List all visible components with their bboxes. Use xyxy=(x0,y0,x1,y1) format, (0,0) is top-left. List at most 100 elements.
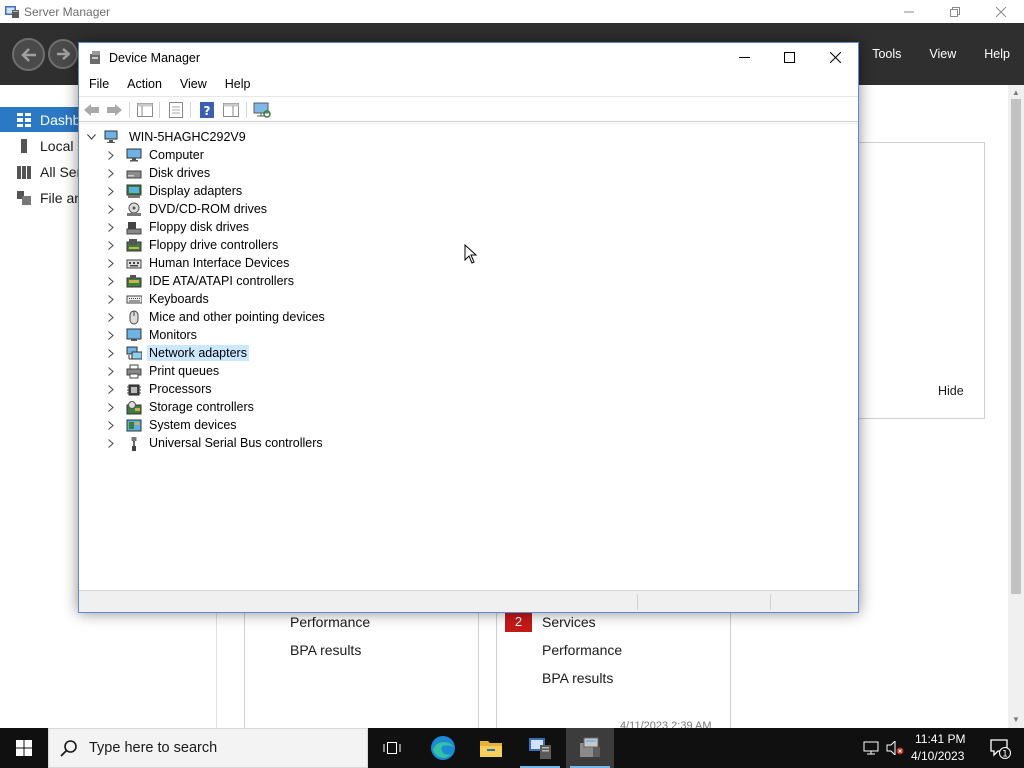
chevron-right-icon[interactable] xyxy=(105,275,117,287)
start-button[interactable] xyxy=(0,728,48,768)
forward-button[interactable] xyxy=(48,39,78,69)
toolbar-show-hide-tree-button[interactable] xyxy=(136,101,154,119)
tree-item-dvd-cd-rom-drives[interactable]: DVD/CD-ROM drives xyxy=(105,200,269,218)
chevron-right-icon[interactable] xyxy=(105,419,117,431)
device-manager-titlebar: Device Manager xyxy=(79,43,858,72)
chevron-down-icon[interactable] xyxy=(85,131,97,143)
taskbar-search-box[interactable]: Type here to search xyxy=(48,728,368,768)
computer-root-icon xyxy=(103,129,123,145)
close-icon xyxy=(829,52,841,63)
chevron-right-icon[interactable] xyxy=(105,401,117,413)
tree-item-label: Floppy disk drives xyxy=(149,220,250,234)
clock-time[interactable]: 11:41 PM xyxy=(915,732,965,746)
network-adapter-icon xyxy=(125,345,143,361)
device-tree[interactable]: WIN-5HAGHC292V9 Computer Disk drives Displ… xyxy=(79,123,858,589)
processor-icon xyxy=(125,381,143,397)
chevron-right-icon[interactable] xyxy=(105,347,117,359)
menu-view[interactable]: View xyxy=(915,47,970,61)
hide-link[interactable]: Hide xyxy=(938,384,964,398)
taskbar: Type here to search 11:41 PM 4/10/2023 1 xyxy=(0,728,1024,768)
tree-item-system-devices[interactable]: System devices xyxy=(105,416,239,434)
tree-item-floppy-drive-controllers[interactable]: Floppy drive controllers xyxy=(105,236,280,254)
action-pane-icon xyxy=(223,103,239,117)
tree-item-universal-serial-bus-controllers[interactable]: Universal Serial Bus controllers xyxy=(105,434,325,452)
tree-item-monitors[interactable]: Monitors xyxy=(105,326,199,344)
tile-right-performance[interactable]: Performance xyxy=(542,642,622,658)
menu-action[interactable]: Action xyxy=(117,77,170,91)
storage-controller-icon xyxy=(125,399,143,415)
menu-help[interactable]: Help xyxy=(970,47,1024,61)
dm-maximize-button[interactable] xyxy=(766,43,812,72)
tree-item-mice-and-other-pointing-devices[interactable]: Mice and other pointing devices xyxy=(105,308,327,326)
usb-icon xyxy=(125,435,143,451)
restore-button[interactable] xyxy=(932,0,978,23)
vertical-scrollbar[interactable]: ▲ ▼ xyxy=(1008,85,1024,728)
toolbar-show-hide-action-pane-button[interactable] xyxy=(222,101,240,119)
chevron-right-icon[interactable] xyxy=(105,383,117,395)
tree-item-computer[interactable]: Computer xyxy=(105,146,206,164)
chevron-right-icon[interactable] xyxy=(105,239,117,251)
network-tray-icon[interactable] xyxy=(860,728,882,768)
restore-icon xyxy=(950,6,960,17)
chevron-right-icon[interactable] xyxy=(105,203,117,215)
chevron-right-icon[interactable] xyxy=(105,437,117,449)
tree-root[interactable]: WIN-5HAGHC292V9 xyxy=(85,128,248,146)
tree-item-label: IDE ATA/ATAPI controllers xyxy=(149,274,294,288)
tree-item-floppy-disk-drives[interactable]: Floppy disk drives xyxy=(105,218,251,236)
chevron-right-icon[interactable] xyxy=(105,311,117,323)
server-manager-title: Server Manager xyxy=(24,4,111,19)
chevron-right-icon[interactable] xyxy=(105,365,117,377)
close-button[interactable] xyxy=(978,0,1024,23)
toolbar-scan-hardware-button[interactable] xyxy=(253,101,271,119)
back-button[interactable] xyxy=(12,38,45,71)
search-placeholder: Type here to search xyxy=(89,740,218,756)
chevron-right-icon[interactable] xyxy=(105,185,117,197)
status-badge: 2 xyxy=(505,610,532,632)
task-view-button[interactable] xyxy=(368,728,416,768)
menu-tools[interactable]: Tools xyxy=(858,47,915,61)
toolbar-help-button[interactable]: ? xyxy=(198,101,216,119)
dm-close-button[interactable] xyxy=(812,43,858,72)
tree-item-disk-drives[interactable]: Disk drives xyxy=(105,164,212,182)
monitor-icon xyxy=(125,327,143,343)
tree-item-processors[interactable]: Processors xyxy=(105,380,214,398)
chevron-right-icon[interactable] xyxy=(105,329,117,341)
tile-right-bpa-results[interactable]: BPA results xyxy=(542,670,613,686)
tree-item-keyboards[interactable]: Keyboards xyxy=(105,290,211,308)
chevron-right-icon[interactable] xyxy=(105,293,117,305)
clock-date[interactable]: 4/10/2023 xyxy=(911,749,964,763)
toolbar-back-button[interactable] xyxy=(83,101,101,119)
menu-file[interactable]: File xyxy=(79,77,117,91)
chevron-right-icon[interactable] xyxy=(105,221,117,233)
tile-left-bpa-results[interactable]: BPA results xyxy=(290,642,361,658)
toolbar-properties-button[interactable] xyxy=(167,101,185,119)
server-manager-titlebar: Server Manager xyxy=(0,0,1024,23)
scroll-down-icon[interactable]: ▼ xyxy=(1008,712,1024,726)
tree-item-print-queues[interactable]: Print queues xyxy=(105,362,221,380)
mouse-cursor-icon xyxy=(464,243,478,268)
chevron-right-icon[interactable] xyxy=(105,167,117,179)
menu-view[interactable]: View xyxy=(170,77,215,91)
taskbar-device-manager-button[interactable] xyxy=(566,728,614,768)
taskbar-edge-button[interactable] xyxy=(419,728,467,768)
chevron-right-icon[interactable] xyxy=(105,149,117,161)
taskbar-server-manager-button[interactable] xyxy=(516,728,564,768)
taskbar-file-explorer-button[interactable] xyxy=(467,728,515,768)
tile-right-services[interactable]: Services xyxy=(542,614,596,630)
tree-item-display-adapters[interactable]: Display adapters xyxy=(105,182,244,200)
menu-help[interactable]: Help xyxy=(215,77,259,91)
chevron-right-icon[interactable] xyxy=(105,257,117,269)
tree-item-network-adapters[interactable]: Network adapters xyxy=(105,344,249,362)
scrollbar-thumb[interactable] xyxy=(1011,99,1021,594)
tile-left-performance[interactable]: Performance xyxy=(290,614,370,630)
volume-muted-tray-icon[interactable] xyxy=(884,728,906,768)
device-manager-icon xyxy=(580,737,600,757)
dm-minimize-button[interactable] xyxy=(721,43,767,72)
toolbar-forward-button[interactable] xyxy=(105,101,123,119)
minimize-button[interactable] xyxy=(886,0,932,23)
tree-item-human-interface-devices[interactable]: Human Interface Devices xyxy=(105,254,291,272)
tree-item-storage-controllers[interactable]: Storage controllers xyxy=(105,398,256,416)
tree-item-ide-ata-atapi-controllers[interactable]: IDE ATA/ATAPI controllers xyxy=(105,272,296,290)
action-center-button[interactable]: 1 xyxy=(976,728,1024,768)
scroll-up-icon[interactable]: ▲ xyxy=(1008,85,1024,99)
